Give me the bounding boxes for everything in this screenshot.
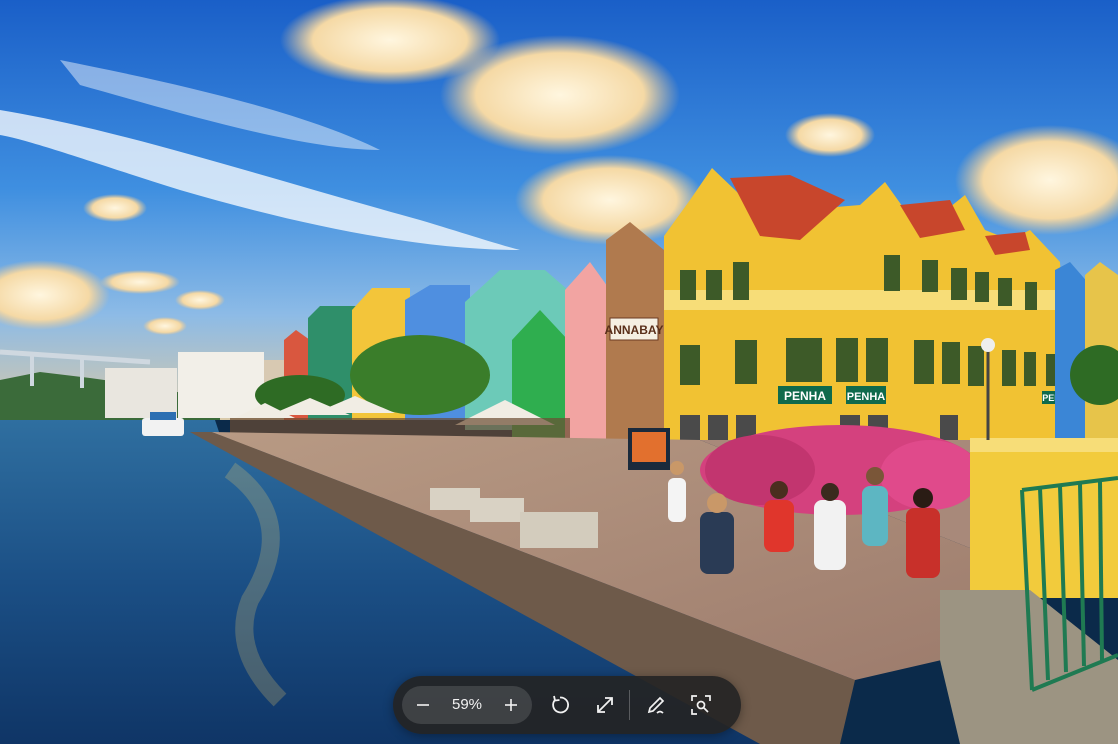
distant-building: [178, 352, 264, 418]
bench: [470, 498, 524, 522]
bench: [520, 512, 598, 548]
building-ochre: [606, 222, 664, 460]
markup-button[interactable]: [637, 686, 675, 724]
rotate-button[interactable]: [541, 686, 579, 724]
penha-sign-text: PENHA: [847, 391, 886, 403]
cloud: [175, 290, 225, 310]
pen-icon: [647, 696, 665, 714]
viewer-toolbar: 59%: [393, 676, 741, 734]
scan-icon: [691, 695, 711, 715]
toolbar-divider: [629, 690, 630, 720]
expand-icon: [597, 697, 613, 713]
plus-icon: [505, 699, 517, 711]
annabay-sign-text: ANNABAY: [605, 323, 664, 337]
distant-building: [105, 368, 177, 418]
ferry-boat: [142, 418, 184, 436]
rotate-icon: [552, 695, 569, 714]
fit-to-screen-button[interactable]: [586, 686, 624, 724]
cloud: [440, 35, 680, 155]
cloud: [143, 317, 187, 335]
building-pink: [565, 262, 610, 450]
visual-search-button[interactable]: [682, 686, 720, 724]
zoom-out-button[interactable]: [404, 686, 442, 724]
cloud: [785, 113, 875, 157]
zoom-in-button[interactable]: [492, 686, 530, 724]
penha-sign-text: PENHA: [784, 389, 826, 403]
cloud: [83, 194, 147, 222]
zoom-control: 59%: [402, 686, 532, 724]
photo-canvas: ANNABAY PENHA PENHA PENHA: [0, 0, 1118, 744]
minus-icon: [417, 704, 429, 706]
image-viewer: ANNABAY PENHA PENHA PENHA: [0, 0, 1118, 744]
zoom-level[interactable]: 59%: [438, 686, 496, 724]
cloud: [100, 270, 180, 294]
